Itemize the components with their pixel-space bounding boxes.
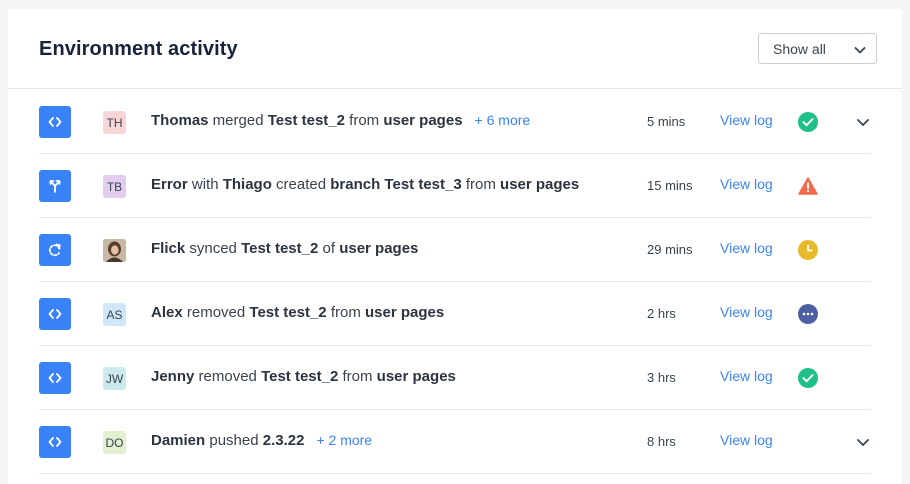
in-progress-icon bbox=[797, 303, 819, 325]
avatar: TH bbox=[103, 111, 126, 134]
code-icon bbox=[39, 298, 71, 330]
message-text: from bbox=[461, 176, 501, 193]
avatar: TB bbox=[103, 175, 126, 198]
message-entity: Test test_2 bbox=[241, 240, 319, 257]
branch-icon bbox=[39, 170, 71, 202]
timestamp: 3 hrs bbox=[647, 370, 676, 385]
activity-message: Damien pushed 2.3.22 + 2 more bbox=[151, 432, 372, 449]
page-title: Environment activity bbox=[39, 38, 238, 60]
message-entity: user pages bbox=[365, 304, 445, 321]
message-entity: Jenny bbox=[151, 368, 195, 385]
message-entity: branch Test test_3 bbox=[330, 176, 462, 193]
view-log-link[interactable]: View log bbox=[720, 176, 773, 192]
avatar bbox=[103, 239, 126, 262]
message-entity: Flick bbox=[151, 240, 186, 257]
message-entity: Test test_2 bbox=[267, 112, 345, 129]
timestamp: 29 mins bbox=[647, 242, 693, 257]
timestamp: 8 hrs bbox=[647, 434, 676, 449]
activity-message: Error with Thiago created branch Test te… bbox=[151, 176, 579, 193]
filter-dropdown-value: Show all bbox=[773, 41, 826, 57]
activity-row: Flick synced Test test_2 of user pages 29… bbox=[39, 218, 871, 282]
more-link[interactable]: + 6 more bbox=[475, 112, 531, 128]
message-text: merged bbox=[208, 112, 268, 129]
message-entity: user pages bbox=[383, 112, 463, 129]
code-icon bbox=[39, 106, 71, 138]
warning-icon bbox=[797, 175, 819, 197]
activity-row: DO Damien pushed 2.3.22 + 2 more 8 hrs View … bbox=[39, 410, 871, 474]
filter-dropdown[interactable]: Show all bbox=[758, 33, 877, 64]
activity-message: Flick synced Test test_2 of user pages bbox=[151, 240, 418, 257]
message-text: from bbox=[344, 112, 384, 129]
avatar: AS bbox=[103, 303, 126, 326]
message-entity: Thomas bbox=[151, 112, 209, 129]
activity-row: AS Alex removed Test test_2 from user pag… bbox=[39, 282, 871, 346]
chevron-down-icon bbox=[854, 47, 866, 54]
view-log-link[interactable]: View log bbox=[720, 368, 773, 384]
timestamp: 5 mins bbox=[647, 114, 686, 129]
message-text: from bbox=[326, 304, 365, 321]
activity-row: TH Thomas merged Test test_2 from user pa… bbox=[39, 90, 871, 154]
message-text: pushed bbox=[205, 432, 263, 449]
timestamp: 2 hrs bbox=[647, 306, 676, 321]
avatar: JW bbox=[103, 367, 126, 390]
sync-icon bbox=[39, 234, 71, 266]
chevron-down-icon[interactable] bbox=[855, 434, 871, 450]
pending-icon bbox=[797, 239, 819, 261]
success-icon bbox=[797, 367, 819, 389]
message-entity: user pages bbox=[376, 368, 456, 385]
message-entity: Alex bbox=[151, 304, 183, 321]
message-entity: Test test_2 bbox=[249, 304, 327, 321]
message-text: of bbox=[318, 240, 340, 257]
view-log-link[interactable]: View log bbox=[720, 304, 773, 320]
message-entity: Error bbox=[151, 176, 188, 193]
message-entity: Damien bbox=[151, 432, 206, 449]
view-log-link[interactable]: View log bbox=[720, 112, 773, 128]
message-entity: user pages bbox=[339, 240, 419, 257]
card-header: Environment activity Show all bbox=[8, 9, 902, 89]
message-text: with bbox=[187, 176, 223, 193]
code-icon bbox=[39, 426, 71, 458]
message-entity: user pages bbox=[500, 176, 580, 193]
activity-message: Thomas merged Test test_2 from user page… bbox=[151, 112, 530, 129]
message-text: from bbox=[338, 368, 377, 385]
activity-message: Jenny removed Test test_2 from user page… bbox=[151, 368, 456, 385]
chevron-down-icon[interactable] bbox=[855, 114, 871, 130]
message-entity: 2.3.22 bbox=[262, 432, 305, 449]
message-entity: Test test_2 bbox=[261, 368, 339, 385]
avatar: DO bbox=[103, 431, 126, 454]
timestamp: 15 mins bbox=[647, 178, 693, 193]
message-text: removed bbox=[182, 304, 250, 321]
more-link[interactable]: + 2 more bbox=[316, 432, 372, 448]
message-text: removed bbox=[194, 368, 262, 385]
view-log-link[interactable]: View log bbox=[720, 240, 773, 256]
success-icon bbox=[797, 111, 819, 133]
code-icon bbox=[39, 362, 71, 394]
message-text: created bbox=[271, 176, 331, 193]
view-log-link[interactable]: View log bbox=[720, 432, 773, 448]
activity-row: TB Error with Thiago created branch Test … bbox=[39, 154, 871, 218]
message-text: synced bbox=[185, 240, 242, 257]
environment-activity-card: Environment activity Show all TH Thomas m… bbox=[8, 9, 902, 484]
activity-message: Alex removed Test test_2 from user pages bbox=[151, 304, 444, 321]
activity-row: JW Jenny removed Test test_2 from user pa… bbox=[39, 346, 871, 410]
message-entity: Thiago bbox=[222, 176, 272, 193]
